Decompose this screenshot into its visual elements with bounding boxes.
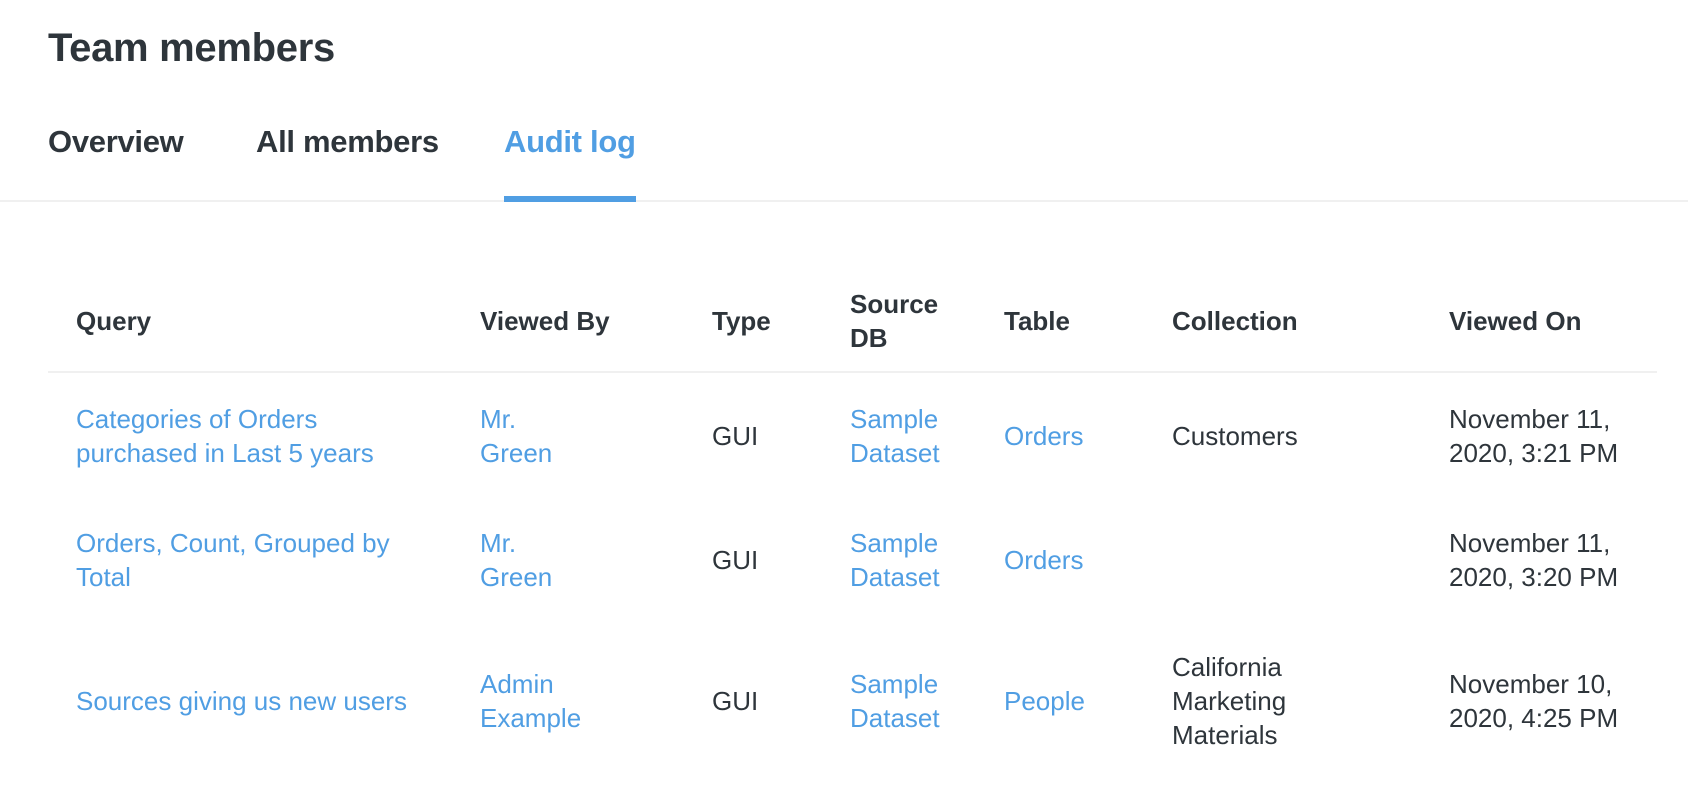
tab-overview[interactable]: Overview — [48, 124, 184, 200]
column-header-source-db: Source DB — [822, 270, 976, 373]
viewed-by-link[interactable]: Mr. Green — [480, 528, 552, 592]
tab-bar: Overview All members Audit log — [0, 118, 1688, 202]
table-link[interactable]: Orders — [1004, 545, 1083, 575]
audit-log-table-container: Query Viewed By Type Source DB Table Col… — [48, 270, 1657, 781]
table-link[interactable]: People — [1004, 686, 1085, 716]
collection-cell: Customers — [1172, 421, 1298, 451]
table-row: Sources giving us new users Admin Exampl… — [48, 621, 1657, 781]
table-row: Categories of Orders purchased in Last 5… — [48, 372, 1657, 499]
page-title: Team members — [48, 26, 335, 70]
source-db-link[interactable]: Sample Dataset — [850, 404, 940, 468]
viewed-on-cell: November 10, 2020, 4:25 PM — [1449, 669, 1619, 733]
table-link[interactable]: Orders — [1004, 421, 1083, 451]
tab-all-members[interactable]: All members — [256, 124, 439, 200]
query-link[interactable]: Orders, Count, Grouped by Total — [76, 528, 390, 592]
query-link[interactable]: Sources giving us new users — [76, 686, 407, 716]
collection-cell: California Marketing Materials — [1172, 652, 1287, 750]
table-header-row: Query Viewed By Type Source DB Table Col… — [48, 270, 1657, 373]
audit-log-table: Query Viewed By Type Source DB Table Col… — [48, 270, 1657, 781]
type-cell: GUI — [712, 686, 759, 716]
table-row: Orders, Count, Grouped by Total Mr. Gree… — [48, 499, 1657, 621]
column-header-type: Type — [684, 270, 822, 373]
column-header-viewed-on: Viewed On — [1421, 270, 1657, 373]
tab-audit-log[interactable]: Audit log — [504, 124, 636, 202]
collection-cell — [1144, 499, 1421, 621]
viewed-by-link[interactable]: Admin Example — [480, 669, 581, 733]
column-header-table: Table — [976, 270, 1144, 373]
column-header-query: Query — [48, 270, 452, 373]
type-cell: GUI — [712, 421, 759, 451]
viewed-by-link[interactable]: Mr. Green — [480, 404, 552, 468]
type-cell: GUI — [712, 545, 759, 575]
column-header-collection: Collection — [1144, 270, 1421, 373]
source-db-link[interactable]: Sample Dataset — [850, 669, 940, 733]
source-db-link[interactable]: Sample Dataset — [850, 528, 940, 592]
query-link[interactable]: Categories of Orders purchased in Last 5… — [76, 404, 374, 468]
viewed-on-cell: November 11, 2020, 3:20 PM — [1449, 528, 1619, 592]
column-header-viewed-by: Viewed By — [452, 270, 684, 373]
viewed-on-cell: November 11, 2020, 3:21 PM — [1449, 404, 1619, 468]
